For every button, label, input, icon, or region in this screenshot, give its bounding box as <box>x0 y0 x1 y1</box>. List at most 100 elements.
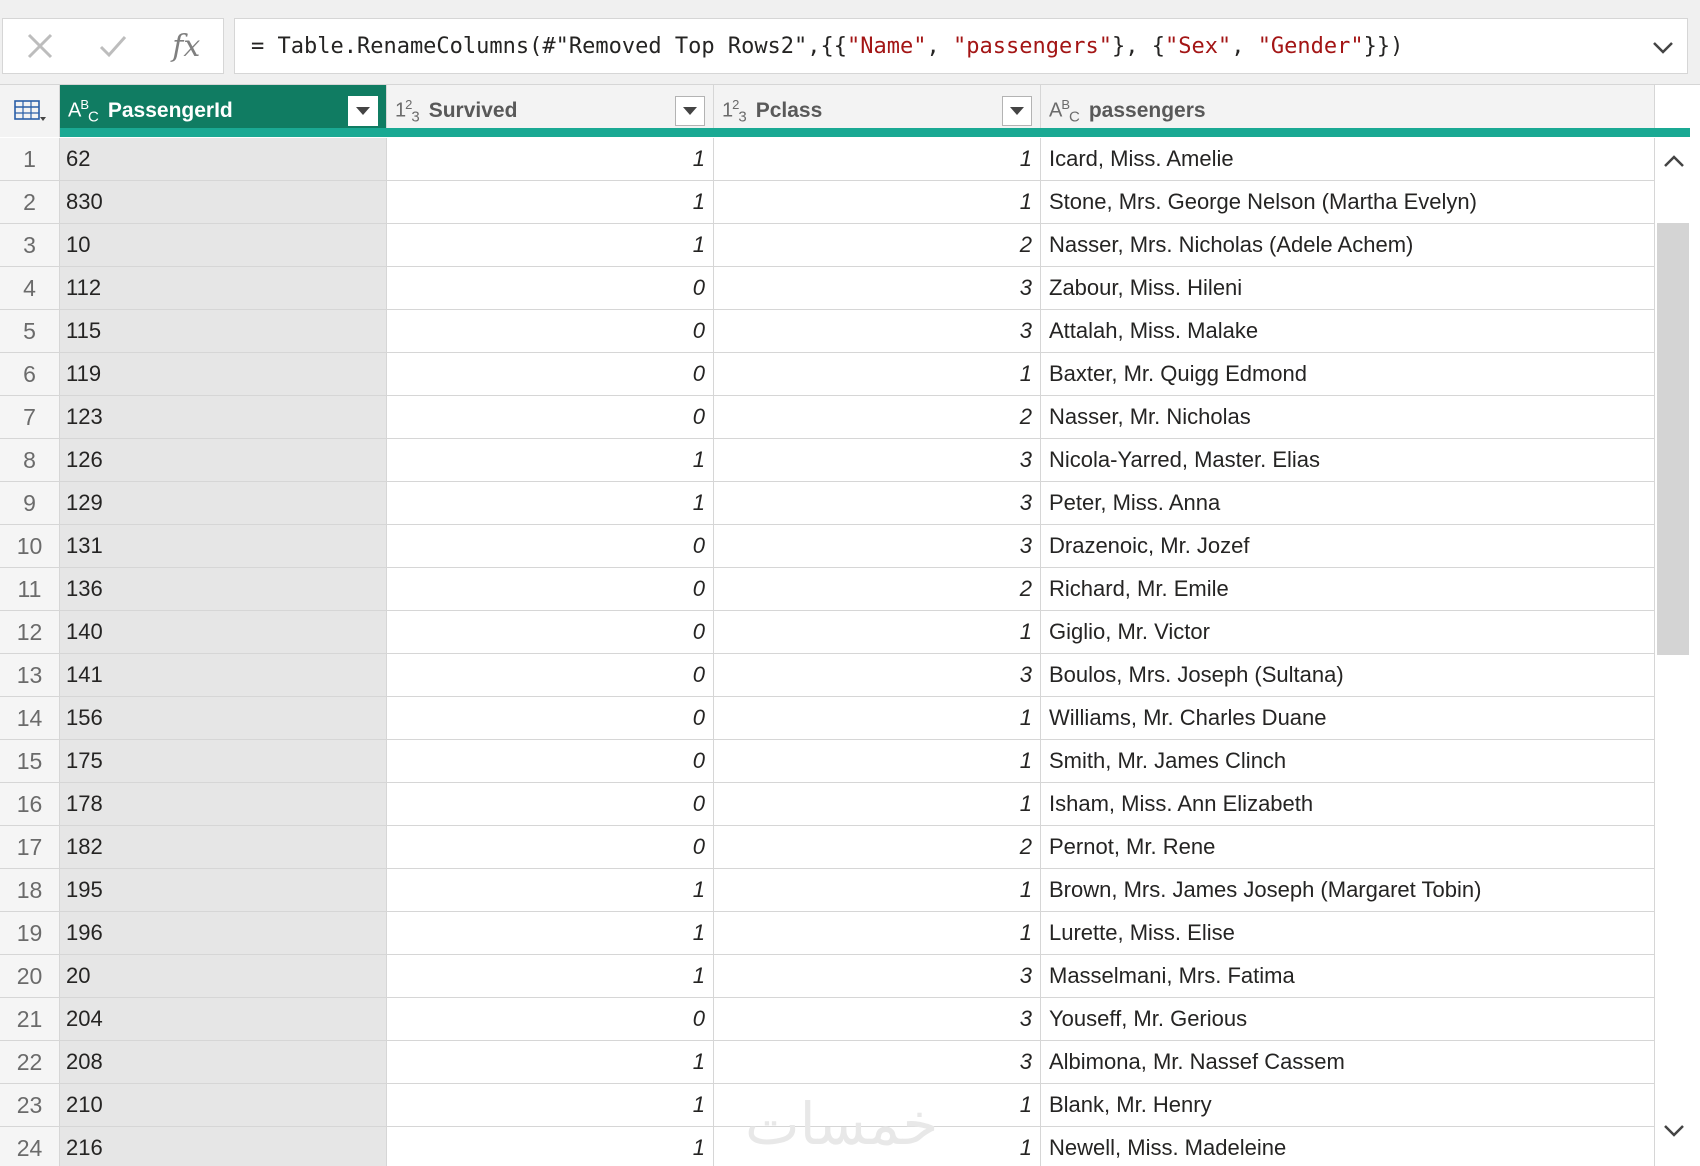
cell-passengers[interactable]: Brown, Mrs. James Joseph (Margaret Tobin… <box>1041 869 1655 912</box>
cell-passengers[interactable]: Zabour, Miss. Hileni <box>1041 267 1655 310</box>
row-number[interactable]: 3 <box>0 224 60 267</box>
row-number[interactable]: 13 <box>0 654 60 697</box>
cell-pclass[interactable]: 3 <box>714 482 1041 525</box>
cell-passengerid[interactable]: 196 <box>60 912 387 955</box>
column-filter-button[interactable] <box>675 96 705 126</box>
cell-passengerid[interactable]: 178 <box>60 783 387 826</box>
cell-pclass[interactable]: 2 <box>714 396 1041 439</box>
cell-passengerid[interactable]: 208 <box>60 1041 387 1084</box>
cell-passengers[interactable]: Nasser, Mrs. Nicholas (Adele Achem) <box>1041 224 1655 267</box>
cell-pclass[interactable]: 1 <box>714 869 1041 912</box>
table-row[interactable]: 22 208 1 3 Albimona, Mr. Nassef Cassem <box>0 1041 1655 1084</box>
text-type-icon[interactable]: ABC <box>68 97 99 126</box>
cell-passengers[interactable]: Albimona, Mr. Nassef Cassem <box>1041 1041 1655 1084</box>
chevron-down-icon[interactable] <box>1647 31 1679 63</box>
row-number[interactable]: 14 <box>0 697 60 740</box>
cell-survived[interactable]: 1 <box>387 138 714 181</box>
cell-survived[interactable]: 0 <box>387 267 714 310</box>
cell-survived[interactable]: 1 <box>387 482 714 525</box>
cell-survived[interactable]: 0 <box>387 998 714 1041</box>
table-row[interactable]: 4 112 0 3 Zabour, Miss. Hileni <box>0 267 1655 310</box>
cell-passengerid[interactable]: 62 <box>60 138 387 181</box>
cell-passengerid[interactable]: 175 <box>60 740 387 783</box>
cell-passengers[interactable]: Pernot, Mr. Rene <box>1041 826 1655 869</box>
table-row[interactable]: 18 195 1 1 Brown, Mrs. James Joseph (Margare… <box>0 869 1655 912</box>
cell-survived[interactable]: 0 <box>387 654 714 697</box>
cell-pclass[interactable]: 2 <box>714 568 1041 611</box>
cell-passengers[interactable]: Icard, Miss. Amelie <box>1041 138 1655 181</box>
row-number[interactable]: 17 <box>0 826 60 869</box>
commit-formula-button[interactable] <box>76 19 149 73</box>
table-row[interactable]: 16 178 0 1 Isham, Miss. Ann Elizabeth <box>0 783 1655 826</box>
cell-pclass[interactable]: 3 <box>714 310 1041 353</box>
cell-pclass[interactable]: 3 <box>714 654 1041 697</box>
cell-survived[interactable]: 1 <box>387 439 714 482</box>
cell-passengers[interactable]: Youseff, Mr. Gerious <box>1041 998 1655 1041</box>
row-number[interactable]: 16 <box>0 783 60 826</box>
cell-survived[interactable]: 1 <box>387 912 714 955</box>
table-row[interactable]: 3 10 1 2 Nasser, Mrs. Nicholas (Adele Achem) <box>0 224 1655 267</box>
table-row[interactable]: 7 123 0 2 Nasser, Mr. Nicholas <box>0 396 1655 439</box>
cell-passengerid[interactable]: 123 <box>60 396 387 439</box>
cell-survived[interactable]: 1 <box>387 1127 714 1166</box>
table-row[interactable]: 12 140 0 1 Giglio, Mr. Victor <box>0 611 1655 654</box>
cell-pclass[interactable]: 2 <box>714 224 1041 267</box>
cell-survived[interactable]: 0 <box>387 353 714 396</box>
table-row[interactable]: 5 115 0 3 Attalah, Miss. Malake <box>0 310 1655 353</box>
row-number[interactable]: 15 <box>0 740 60 783</box>
row-number[interactable]: 18 <box>0 869 60 912</box>
cell-passengers[interactable]: Nicola-Yarred, Master. Elias <box>1041 439 1655 482</box>
row-number[interactable]: 5 <box>0 310 60 353</box>
cell-survived[interactable]: 0 <box>387 697 714 740</box>
cell-passengers[interactable]: Blank, Mr. Henry <box>1041 1084 1655 1127</box>
cell-pclass[interactable]: 3 <box>714 998 1041 1041</box>
cell-pclass[interactable]: 1 <box>714 912 1041 955</box>
table-row[interactable]: 15 175 0 1 Smith, Mr. James Clinch <box>0 740 1655 783</box>
cell-survived[interactable]: 0 <box>387 826 714 869</box>
row-number[interactable]: 23 <box>0 1084 60 1127</box>
cell-passengers[interactable]: Williams, Mr. Charles Duane <box>1041 697 1655 740</box>
cell-survived[interactable]: 0 <box>387 783 714 826</box>
table-row[interactable]: 1 62 1 1 Icard, Miss. Amelie <box>0 138 1655 181</box>
scrollbar-thumb[interactable] <box>1657 223 1689 655</box>
cell-passengerid[interactable]: 141 <box>60 654 387 697</box>
cell-survived[interactable]: 1 <box>387 181 714 224</box>
cell-pclass[interactable]: 3 <box>714 439 1041 482</box>
cell-passengerid[interactable]: 126 <box>60 439 387 482</box>
cell-pclass[interactable]: 3 <box>714 525 1041 568</box>
cell-survived[interactable]: 1 <box>387 869 714 912</box>
cell-pclass[interactable]: 1 <box>714 697 1041 740</box>
cell-passengers[interactable]: Isham, Miss. Ann Elizabeth <box>1041 783 1655 826</box>
cell-passengers[interactable]: Masselmani, Mrs. Fatima <box>1041 955 1655 998</box>
scroll-down-icon[interactable] <box>1659 1115 1689 1145</box>
cell-survived[interactable]: 0 <box>387 525 714 568</box>
cell-passengers[interactable]: Boulos, Mrs. Joseph (Sultana) <box>1041 654 1655 697</box>
cell-passengers[interactable]: Smith, Mr. James Clinch <box>1041 740 1655 783</box>
text-type-icon[interactable]: ABC <box>1049 97 1080 126</box>
cell-passengerid[interactable]: 140 <box>60 611 387 654</box>
table-row[interactable]: 6 119 0 1 Baxter, Mr. Quigg Edmond <box>0 353 1655 396</box>
cell-passengerid[interactable]: 204 <box>60 998 387 1041</box>
row-number[interactable]: 8 <box>0 439 60 482</box>
table-menu-button[interactable] <box>0 85 60 137</box>
cell-passengerid[interactable]: 115 <box>60 310 387 353</box>
cell-survived[interactable]: 0 <box>387 310 714 353</box>
cell-passengers[interactable]: Attalah, Miss. Malake <box>1041 310 1655 353</box>
row-number[interactable]: 12 <box>0 611 60 654</box>
row-number[interactable]: 24 <box>0 1127 60 1166</box>
row-number[interactable]: 4 <box>0 267 60 310</box>
table-row[interactable]: 17 182 0 2 Pernot, Mr. Rene <box>0 826 1655 869</box>
cell-survived[interactable]: 0 <box>387 396 714 439</box>
cell-passengers[interactable]: Giglio, Mr. Victor <box>1041 611 1655 654</box>
cell-pclass[interactable]: 3 <box>714 955 1041 998</box>
cell-passengers[interactable]: Stone, Mrs. George Nelson (Martha Evelyn… <box>1041 181 1655 224</box>
vertical-scrollbar[interactable] <box>1655 137 1700 1166</box>
cell-survived[interactable]: 1 <box>387 1084 714 1127</box>
row-number[interactable]: 19 <box>0 912 60 955</box>
row-number[interactable]: 21 <box>0 998 60 1041</box>
column-filter-button[interactable] <box>1002 96 1032 126</box>
column-filter-button[interactable] <box>348 96 378 126</box>
table-row[interactable]: 13 141 0 3 Boulos, Mrs. Joseph (Sultana) <box>0 654 1655 697</box>
row-number[interactable]: 2 <box>0 181 60 224</box>
cell-passengers[interactable]: Drazenoic, Mr. Jozef <box>1041 525 1655 568</box>
